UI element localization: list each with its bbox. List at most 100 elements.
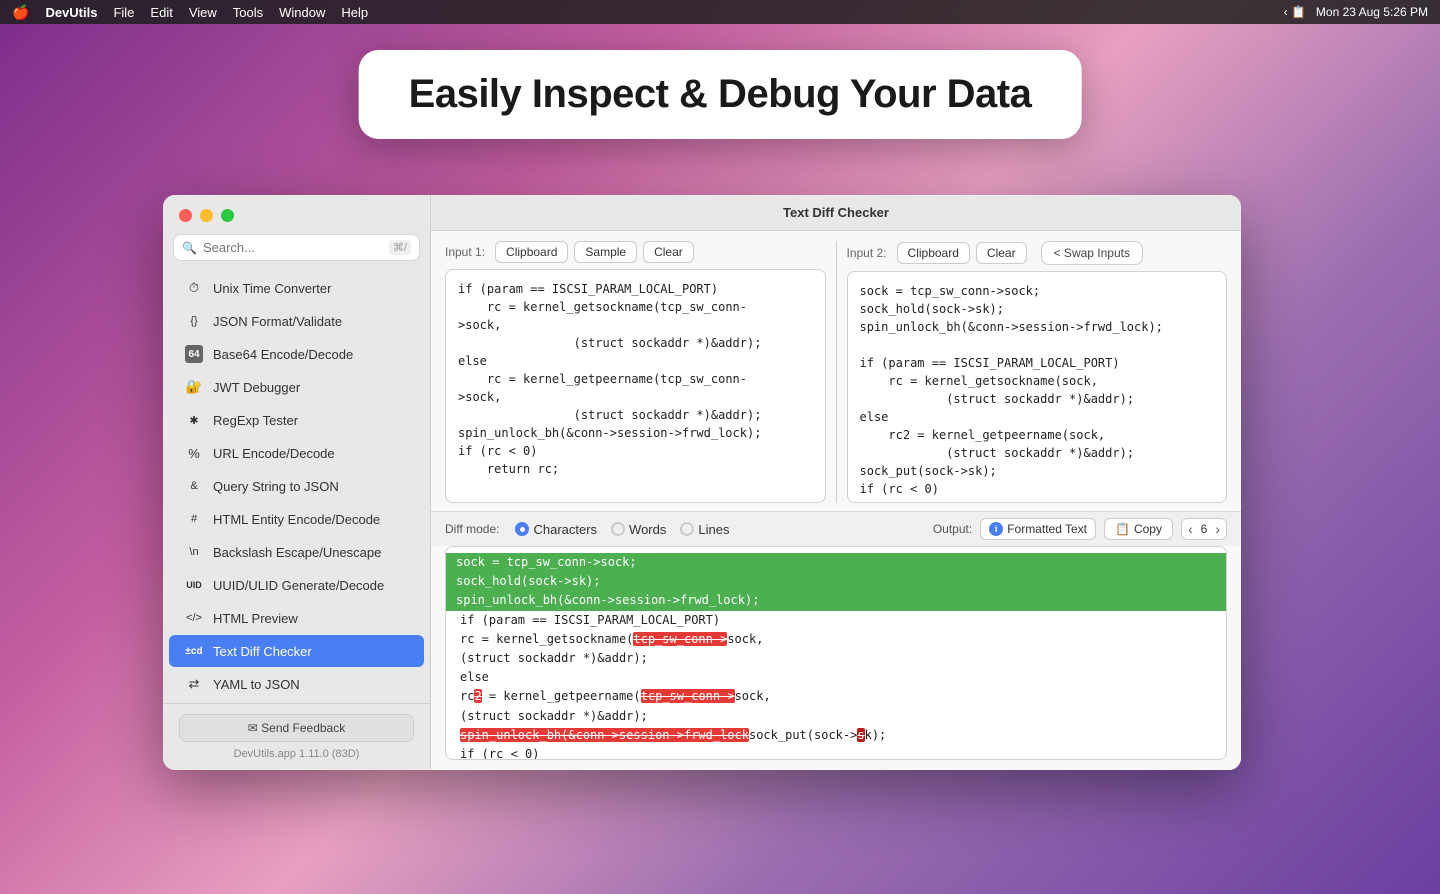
search-input[interactable]	[203, 240, 383, 255]
sidebar-items-list: ⏱ Unix Time Converter {} JSON Format/Val…	[163, 269, 430, 703]
app-version: DevUtils.app 1.11.0 (83D)	[179, 748, 414, 760]
diff-line-8: rc2 = kernel_getpeername(tcp_sw_conn->so…	[456, 687, 1216, 706]
jwt-icon: 🔐	[185, 378, 203, 396]
hero-title: Easily Inspect & Debug Your Data	[409, 72, 1032, 116]
sidebar-item-html-entity[interactable]: # HTML Entity Encode/Decode	[169, 503, 424, 535]
copy-button[interactable]: 📋 Copy	[1104, 518, 1173, 540]
diff-line-11: if (rc < 0)	[456, 745, 1216, 760]
yaml-json-icon: ⇄	[185, 675, 203, 693]
sidebar-item-yaml-json[interactable]: ⇄ YAML to JSON	[169, 668, 424, 700]
html-entity-icon: #	[185, 510, 203, 528]
window-controls	[163, 195, 430, 230]
maximize-button[interactable]	[221, 209, 234, 222]
radio-words-label: Words	[629, 522, 666, 537]
input2-clear-button[interactable]: Clear	[976, 242, 1027, 264]
sidebar-item-base64[interactable]: 64 Base64 Encode/Decode	[169, 338, 424, 370]
diff-navigation: ‹ 6 ›	[1181, 518, 1227, 540]
nav-count: 6	[1197, 522, 1212, 536]
sidebar-item-jwt[interactable]: 🔐 JWT Debugger	[169, 371, 424, 403]
menu-window[interactable]: Window	[279, 5, 325, 20]
diff-del-line: spin_unlock_bh(&conn->session->frwd_lock	[460, 728, 749, 742]
text-diff-icon: ±cd	[185, 642, 203, 660]
diff-line-3: spin_unlock_bh(&conn->session->frwd_lock…	[446, 591, 1226, 610]
sidebar-item-text-diff[interactable]: ±cd Text Diff Checker	[169, 635, 424, 667]
sidebar-item-label: Backslash Escape/Unescape	[213, 545, 381, 560]
input2-clipboard-button[interactable]: Clipboard	[897, 242, 970, 264]
diff-del-3: tcp_sw_conn->	[641, 689, 735, 703]
input2-label: Input 2:	[847, 246, 887, 260]
sidebar-item-uuid[interactable]: UID UUID/ULID Generate/Decode	[169, 569, 424, 601]
base64-icon: 64	[185, 345, 203, 363]
input1-toolbar: Input 1: Clipboard Sample Clear	[445, 241, 826, 263]
app-window: 🔍 ⌘/ ⏱ Unix Time Converter {} JSON Forma…	[163, 195, 1241, 770]
unix-time-icon: ⏱	[185, 279, 203, 297]
sidebar-item-label: Base64 Encode/Decode	[213, 347, 353, 362]
menu-help[interactable]: Help	[341, 5, 368, 20]
apple-menu[interactable]: 🍎	[12, 4, 29, 21]
radio-lines-dot	[680, 522, 694, 536]
output-format-select[interactable]: i Formatted Text	[980, 518, 1096, 540]
sidebar-item-label: RegExp Tester	[213, 413, 298, 428]
diff-line-10: spin_unlock_bh(&conn->session->frwd_lock…	[456, 726, 1216, 745]
app-name[interactable]: DevUtils	[45, 5, 97, 20]
sidebar-item-html-preview[interactable]: </> HTML Preview	[169, 602, 424, 634]
input1-label: Input 1:	[445, 245, 485, 259]
backslash-icon: \n	[185, 543, 203, 561]
json-icon: {}	[185, 312, 203, 330]
send-feedback-button[interactable]: ✉ Send Feedback	[179, 714, 414, 742]
sidebar-item-label: YAML to JSON	[213, 677, 300, 692]
sidebar-footer: ✉ Send Feedback DevUtils.app 1.11.0 (83D…	[163, 703, 430, 770]
input2-textarea[interactable]: sock = tcp_sw_conn->sock; sock_hold(sock…	[847, 271, 1228, 503]
sidebar: 🔍 ⌘/ ⏱ Unix Time Converter {} JSON Forma…	[163, 195, 431, 770]
menubar-datetime: Mon 23 Aug 5:26 PM	[1316, 5, 1428, 19]
close-button[interactable]	[179, 209, 192, 222]
sidebar-item-label: Unix Time Converter	[213, 281, 331, 296]
input1-clipboard-button[interactable]: Clipboard	[495, 241, 568, 263]
sidebar-item-backslash[interactable]: \n Backslash Escape/Unescape	[169, 536, 424, 568]
minimize-button[interactable]	[200, 209, 213, 222]
diff-del-4: s	[857, 728, 864, 742]
output-format-label: Formatted Text	[1007, 522, 1087, 536]
diff-line-7: else	[456, 668, 1216, 687]
sidebar-item-json-format[interactable]: {} JSON Format/Validate	[169, 305, 424, 337]
diff-del-2: 2	[474, 689, 481, 703]
radio-words[interactable]: Words	[611, 522, 666, 537]
diff-line-9: (struct sockaddr *)&addr);	[456, 707, 1216, 726]
output-label: Output:	[933, 522, 972, 536]
radio-characters-dot	[515, 522, 529, 536]
search-shortcut[interactable]: ⌘/	[389, 240, 411, 255]
diff-mode-options: Characters Words Lines	[515, 522, 729, 537]
radio-characters-label: Characters	[533, 522, 597, 537]
nav-next-button[interactable]: ›	[1215, 521, 1220, 537]
menu-view[interactable]: View	[189, 5, 217, 20]
sidebar-item-label: URL Encode/Decode	[213, 446, 335, 461]
sidebar-item-url-encode[interactable]: % URL Encode/Decode	[169, 437, 424, 469]
input1-sample-button[interactable]: Sample	[574, 241, 637, 263]
input1-clear-button[interactable]: Clear	[643, 241, 694, 263]
search-box[interactable]: 🔍 ⌘/	[173, 234, 420, 261]
menu-edit[interactable]: Edit	[150, 5, 172, 20]
url-icon: %	[185, 444, 203, 462]
diff-line-5: rc = kernel_getsockname(tcp_sw_conn->soc…	[456, 630, 1216, 649]
radio-characters[interactable]: Characters	[515, 522, 597, 537]
radio-lines[interactable]: Lines	[680, 522, 729, 537]
radio-lines-label: Lines	[698, 522, 729, 537]
html-preview-icon: </>	[185, 609, 203, 627]
diff-del-1: tcp_sw_conn->	[633, 632, 727, 646]
sidebar-item-label: HTML Entity Encode/Decode	[213, 512, 380, 527]
regexp-icon: ✱	[185, 411, 203, 429]
input1-textarea[interactable]: if (param == ISCSI_PARAM_LOCAL_PORT) rc …	[445, 269, 826, 503]
sidebar-item-label: UUID/ULID Generate/Decode	[213, 578, 384, 593]
menu-tools[interactable]: Tools	[233, 5, 263, 20]
hero-banner: Easily Inspect & Debug Your Data	[359, 50, 1082, 139]
sidebar-item-regexp[interactable]: ✱ RegExp Tester	[169, 404, 424, 436]
diff-line-1: sock = tcp_sw_conn->sock;	[446, 553, 1226, 572]
diff-mode-label: Diff mode:	[445, 522, 499, 536]
copy-icon: 📋	[1115, 522, 1130, 536]
swap-inputs-button[interactable]: < Swap Inputs	[1041, 241, 1143, 265]
sidebar-item-unix-time[interactable]: ⏱ Unix Time Converter	[169, 272, 424, 304]
sidebar-item-query-string[interactable]: & Query String to JSON	[169, 470, 424, 502]
search-icon: 🔍	[182, 241, 197, 255]
nav-prev-button[interactable]: ‹	[1188, 521, 1193, 537]
menu-file[interactable]: File	[113, 5, 134, 20]
